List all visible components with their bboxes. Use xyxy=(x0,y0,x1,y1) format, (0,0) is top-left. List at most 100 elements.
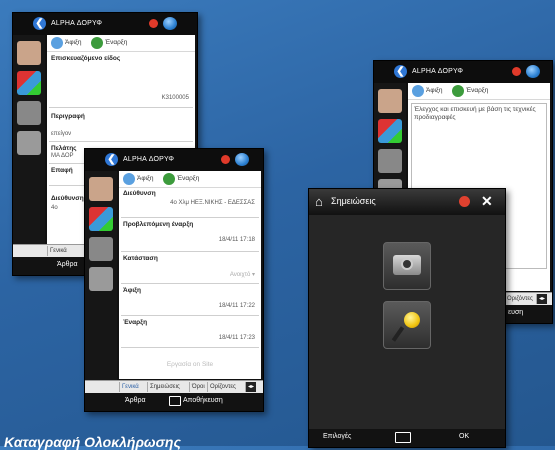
start-label: Έναρξη xyxy=(123,319,148,326)
tab-bar: Άφιξη Έναρξη xyxy=(408,83,550,100)
tab-arrival[interactable]: Άφιξη xyxy=(123,173,154,185)
soft-key-save[interactable]: Αποθήκευση xyxy=(183,397,223,404)
shapes-icon[interactable] xyxy=(378,119,402,143)
globe-icon xyxy=(235,153,249,166)
start-icon xyxy=(452,85,464,97)
status-title: ALPHA ΔΟΡΥΦ xyxy=(412,68,464,75)
microphone-handle xyxy=(391,326,405,342)
tab-arrival-label: Άφιξη xyxy=(137,175,154,182)
notes-title: Σημειώσεις xyxy=(331,196,376,206)
start-value[interactable]: 18/4/11 17:23 xyxy=(219,335,255,341)
tab-start[interactable]: Έναρξη xyxy=(452,85,488,97)
tab-start-label: Έναρξη xyxy=(466,87,489,94)
soft-key-bar: Επιλογές ΟΚ xyxy=(309,429,505,447)
status-bar: ❮ ALPHA ΔΟΡΥΦ xyxy=(85,149,263,171)
soft-key-options[interactable]: Επιλογές xyxy=(323,433,351,440)
user-icon[interactable] xyxy=(17,41,41,65)
notes-body xyxy=(309,215,505,429)
bottom-tab-terms[interactable]: Όροι xyxy=(189,382,207,392)
field-item-value[interactable]: K3100005 xyxy=(162,95,189,101)
home-icon[interactable]: ⌂ xyxy=(315,195,323,208)
bottom-tab-general[interactable]: Γενικά xyxy=(119,382,141,392)
back-arrow-icon[interactable]: ❮ xyxy=(394,65,407,78)
bottom-tab-general[interactable]: Γενικά xyxy=(47,246,69,256)
field-customer-value[interactable]: ΜΑ ΔΟΡ xyxy=(51,153,74,159)
divider xyxy=(121,283,259,284)
sidebar xyxy=(13,35,45,257)
tab-arrival-label: Άφιξη xyxy=(426,87,443,94)
start-icon xyxy=(163,173,175,185)
bottom-tab-notes[interactable]: Σημειώσεις xyxy=(147,382,182,392)
record-icon xyxy=(149,19,158,28)
divider xyxy=(49,141,193,142)
scroll-arrows-icon[interactable]: ◂▸ xyxy=(536,294,548,304)
status-label: Κατάσταση xyxy=(123,255,158,262)
user-icon[interactable] xyxy=(89,177,113,201)
field-address-label: Διεύθυνση xyxy=(51,195,84,202)
tab-arrival[interactable]: Άφιξη xyxy=(412,85,443,97)
field-address-value[interactable]: 4ο xyxy=(51,205,58,211)
back-arrow-icon[interactable]: ❮ xyxy=(105,153,118,166)
divider xyxy=(121,315,259,316)
soft-key-save[interactable]: ευση xyxy=(508,309,523,316)
planned-start-label: Προβλεπόμενη έναρξη xyxy=(123,221,194,228)
tab-start-label: Έναρξη xyxy=(177,175,200,182)
field-item-label: Επισκευαζόμενο είδος xyxy=(51,55,121,62)
status-title: ALPHA ΔΟΡΥΦ xyxy=(51,20,103,27)
divider xyxy=(49,107,193,108)
divider xyxy=(121,347,259,348)
arrival-icon xyxy=(51,37,63,49)
bottom-tab-horizons[interactable]: Οριζόντες xyxy=(504,294,535,304)
gear-icon[interactable] xyxy=(89,237,113,261)
tab-arrival-label: Άφιξη xyxy=(65,39,82,46)
record-icon xyxy=(221,155,230,164)
gear-icon[interactable] xyxy=(378,149,402,173)
tab-start[interactable]: Έναρξη xyxy=(91,37,127,49)
arrival-icon xyxy=(123,173,135,185)
tab-start-label: Έναρξη xyxy=(105,39,128,46)
status-bar: ❮ ALPHA ΔΟΡΥΦ xyxy=(13,13,197,35)
globe-icon xyxy=(526,65,540,78)
camera-button[interactable] xyxy=(383,242,431,290)
shapes-icon[interactable] xyxy=(17,71,41,95)
back-arrow-icon[interactable]: ❮ xyxy=(33,17,46,30)
soft-key-articles[interactable]: Άρθρα xyxy=(125,397,146,404)
status-title: ALPHA ΔΟΡΥΦ xyxy=(123,156,175,163)
scroll-arrows-icon[interactable]: ◂▸ xyxy=(245,382,257,392)
tab-arrival[interactable]: Άφιξη xyxy=(51,37,82,49)
settings-icon[interactable] xyxy=(89,267,113,291)
shapes-icon[interactable] xyxy=(89,207,113,231)
tab-bar: Άφιξη Έναρξη xyxy=(47,35,195,52)
bottom-tab-horizons[interactable]: Ορίζοντες xyxy=(207,382,238,392)
arrival-label: Άφιξη xyxy=(123,287,142,294)
field-contact-label: Επαφή xyxy=(51,167,73,174)
bottom-tabs: Γενικά Σημειώσεις Όροι Ορίζοντες ◂▸ xyxy=(85,380,263,393)
keyboard-icon[interactable] xyxy=(395,432,411,443)
divider xyxy=(121,251,259,252)
planned-start-value[interactable]: 18/4/11 17:18 xyxy=(219,237,255,243)
close-icon[interactable]: ✕ xyxy=(481,193,493,209)
caption-text: Καταγραφή Ολοκλήρωσης xyxy=(4,434,181,450)
microphone-icon xyxy=(404,312,420,328)
content-panel: Άφιξη Έναρξη Διεύθυνση 4ο Χλμ ΗΕΞ.ΝΙΚΗΣ … xyxy=(119,171,261,379)
settings-icon[interactable] xyxy=(17,131,41,155)
globe-icon xyxy=(163,17,177,30)
soft-key-bar: Άρθρα Αποθήκευση xyxy=(85,393,263,411)
status-dropdown[interactable]: Ανοιχτό ▾ xyxy=(230,271,255,278)
soft-key-ok[interactable]: ΟΚ xyxy=(459,433,469,440)
tab-start[interactable]: Έναρξη xyxy=(163,173,199,185)
start-icon xyxy=(91,37,103,49)
user-icon[interactable] xyxy=(378,89,402,113)
keyboard-icon[interactable] xyxy=(169,396,181,406)
soft-key-articles[interactable]: Άρθρα xyxy=(57,261,78,268)
divider xyxy=(121,217,259,218)
microphone-button[interactable] xyxy=(383,301,431,349)
field-description-value[interactable]: επείγον xyxy=(51,131,71,137)
arrival-value[interactable]: 18/4/11 17:22 xyxy=(219,303,255,309)
sidebar xyxy=(85,171,117,393)
field-customer-label: Πελάτης xyxy=(51,145,77,152)
address-value[interactable]: 4ο Χλμ ΗΕΞ.ΝΙΚΗΣ - ΕΔΕΣΣΑΣ xyxy=(170,200,255,206)
phone-screen-notes: ⌂ Σημειώσεις ✕ Επιλογές ΟΚ xyxy=(308,188,506,448)
address-label: Διεύθυνση xyxy=(123,190,156,197)
gear-icon[interactable] xyxy=(17,101,41,125)
